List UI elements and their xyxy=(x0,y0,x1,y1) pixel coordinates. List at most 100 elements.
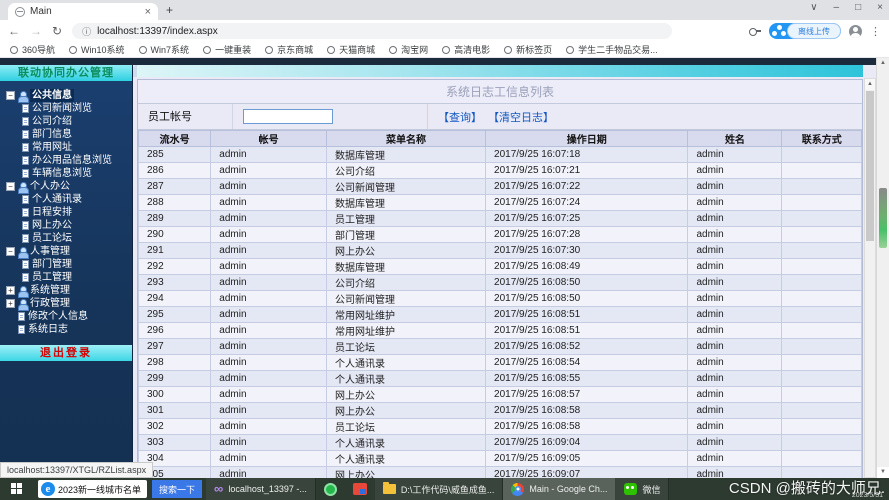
search-go-button[interactable]: 搜索一下 xyxy=(152,480,202,498)
status-link-tooltip: localhost:13397/XTGL/RZList.aspx xyxy=(0,462,153,478)
table-row: 287admin公司新闻管理2017/9/25 16:07:22admin xyxy=(139,179,862,195)
tree-node[interactable]: 修改个人信息 xyxy=(6,310,132,323)
tree-label: 员工论坛 xyxy=(32,232,72,245)
start-button[interactable] xyxy=(0,478,34,500)
tree-node[interactable]: 办公用品信息浏览 xyxy=(6,154,132,167)
tree-node[interactable]: 日程安排 xyxy=(6,206,132,219)
netdisk-extension-label[interactable]: 离线上传 xyxy=(787,23,841,39)
bookmark-item[interactable]: Win7系统 xyxy=(139,43,190,56)
table-row: 302admin员工论坛2017/9/25 16:08:58admin xyxy=(139,419,862,435)
tree-expand-icon[interactable]: − xyxy=(6,91,15,100)
tree-node[interactable]: −个人办公 xyxy=(6,180,132,193)
bookmark-item[interactable]: 一键重装 xyxy=(203,43,251,56)
tree-node[interactable]: −人事管理 xyxy=(6,245,132,258)
tree-expand-icon[interactable]: + xyxy=(6,286,15,295)
url-input[interactable]: ⓘ localhost:13397/index.aspx xyxy=(72,23,672,39)
content-scrollbar[interactable]: ▲ xyxy=(864,78,876,478)
tree-expand-icon[interactable]: − xyxy=(6,247,15,256)
system-tray[interactable]: 2023/5/31 xyxy=(852,478,889,500)
password-key-icon[interactable] xyxy=(749,27,761,35)
clear-log-button[interactable]: 【清空日志】 xyxy=(488,109,554,125)
bookmark-item[interactable]: 360导航 xyxy=(10,43,55,56)
browser-scrollbar[interactable]: ▲ ▼ xyxy=(876,58,889,478)
page-info-icon[interactable]: ⓘ xyxy=(82,25,91,38)
taskbar-item-folder[interactable]: D:\工作代码\威鱼成鱼... xyxy=(375,478,504,500)
bookmark-item[interactable]: 高清电影 xyxy=(442,43,490,56)
query-button[interactable]: 【查询】 xyxy=(438,109,482,125)
logout-button[interactable]: 退出登录 xyxy=(0,345,132,361)
bookmark-item[interactable]: 京东商城 xyxy=(265,43,313,56)
table-cell: admin xyxy=(211,339,327,355)
forward-icon[interactable]: → xyxy=(30,24,42,38)
tree-node[interactable]: 员工论坛 xyxy=(6,232,132,245)
table-cell xyxy=(782,163,862,179)
scroll-up-icon[interactable]: ▲ xyxy=(865,79,875,90)
tree-node[interactable]: + 行政管理 xyxy=(6,297,132,310)
bookmark-item[interactable]: Win10系统 xyxy=(69,43,125,56)
taskbar-item-wechat[interactable]: 微信 xyxy=(616,478,669,500)
tree-node[interactable]: 公司介绍 xyxy=(6,115,132,128)
browser-scrollbar-thumb[interactable] xyxy=(879,188,887,248)
tree-node[interactable]: +系统管理 xyxy=(6,284,132,297)
table-cell xyxy=(782,355,862,371)
browser-tab-main[interactable]: Main × xyxy=(8,3,158,20)
tree-node[interactable]: 常用网址 xyxy=(6,141,132,154)
content-scrollbar-thumb[interactable] xyxy=(866,91,874,241)
browser-menu-icon[interactable]: ⋮ xyxy=(870,25,881,38)
table-cell: 2017/9/25 16:07:28 xyxy=(486,227,688,243)
table-cell: admin xyxy=(211,451,327,467)
table-cell: 294 xyxy=(139,291,211,307)
chrome-icon xyxy=(511,483,524,496)
tree-node[interactable]: 公司新闻浏览 xyxy=(6,102,132,115)
tree-label: 公司新闻浏览 xyxy=(32,102,92,115)
new-tab-button[interactable]: + xyxy=(166,3,173,17)
bookmark-item[interactable]: 新标签页 xyxy=(504,43,552,56)
tree-label: 行政管理 xyxy=(30,297,70,310)
table-cell: 2017/9/25 16:07:22 xyxy=(486,179,688,195)
browser-scroll-down-icon[interactable]: ▼ xyxy=(877,467,889,478)
tree-label: 部门管理 xyxy=(32,258,72,271)
taskbar-item-chrome[interactable]: Main - Google Ch... xyxy=(503,478,616,500)
taskbar-item-green-app[interactable] xyxy=(316,478,345,500)
taskbar-search[interactable]: e 2023新一线城市名单 搜索一下 xyxy=(34,478,206,500)
tree-expand-icon[interactable]: + xyxy=(6,299,15,308)
taskbar-search-text[interactable]: 2023新一线城市名单 xyxy=(58,483,147,496)
table-cell: 数据库管理 xyxy=(326,259,485,275)
tree-node[interactable]: 个人通讯录 xyxy=(6,193,132,206)
window-close-button[interactable]: × xyxy=(877,2,883,13)
tree-expand-icon[interactable]: − xyxy=(6,182,15,191)
refresh-icon[interactable]: ↻ xyxy=(52,24,62,38)
table-cell xyxy=(782,451,862,467)
edge-search-box[interactable]: e 2023新一线城市名单 xyxy=(38,480,147,498)
user-icon xyxy=(18,247,27,257)
window-maximize-button[interactable]: □ xyxy=(855,2,861,13)
tree-node[interactable]: 部门信息 xyxy=(6,128,132,141)
tree-node[interactable]: 车辆信息浏览 xyxy=(6,167,132,180)
netdisk-extension-icon[interactable]: 离线上传 xyxy=(769,23,841,39)
profile-avatar[interactable] xyxy=(849,25,862,38)
browser-scroll-up-icon[interactable]: ▲ xyxy=(877,58,889,69)
taskbar-item-video-app[interactable] xyxy=(345,478,375,500)
bookmark-item[interactable]: 天猫商城 xyxy=(327,43,375,56)
window-minimize-button[interactable]: – xyxy=(834,2,840,13)
bookmark-favicon-icon xyxy=(327,46,335,54)
taskbar-item-visualstudio[interactable]: ∞ localhost_13397 -... xyxy=(206,478,316,500)
table-cell: 287 xyxy=(139,179,211,195)
bookmark-item[interactable]: 淘宝网 xyxy=(389,43,428,56)
bookmark-favicon-icon xyxy=(566,46,574,54)
tab-close-icon[interactable]: × xyxy=(145,6,151,18)
back-icon[interactable]: ← xyxy=(8,24,20,38)
tree-node[interactable]: −公共信息 xyxy=(6,89,132,102)
tree-node[interactable]: 网上办公 xyxy=(6,219,132,232)
tree-label: 办公用品信息浏览 xyxy=(32,154,112,167)
tree-node[interactable]: 员工管理 xyxy=(6,271,132,284)
table-cell: admin xyxy=(211,211,327,227)
employee-account-input[interactable] xyxy=(243,109,333,124)
table-row: 298admin个人通讯录2017/9/25 16:08:54admin xyxy=(139,355,862,371)
tree-node[interactable]: 系统日志 xyxy=(6,323,132,336)
window-chevron-icon[interactable]: ∨ xyxy=(810,2,817,13)
folder-icon xyxy=(383,484,396,494)
bookmark-item[interactable]: 学生二手物品交易... xyxy=(566,43,658,56)
tree-node[interactable]: 部门管理 xyxy=(6,258,132,271)
table-row: 285admin数据库管理2017/9/25 16:07:18admin xyxy=(139,147,862,163)
